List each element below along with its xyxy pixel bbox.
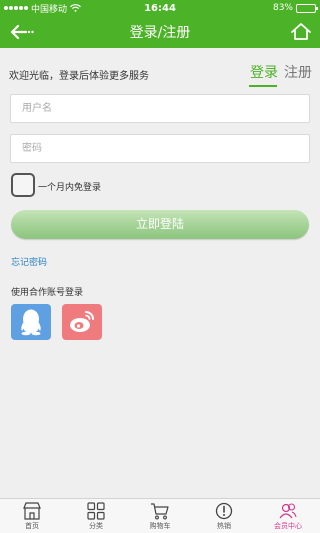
forgot-password-link[interactable]: 忘记密码 bbox=[11, 255, 47, 268]
weibo-login-button[interactable] bbox=[62, 304, 102, 340]
alert-circle-icon bbox=[215, 502, 233, 520]
qq-login-button[interactable] bbox=[11, 304, 51, 340]
carrier-label: 中国移动 bbox=[31, 4, 68, 15]
tab-hot-label: 热销 bbox=[217, 522, 231, 530]
remember-checkbox[interactable] bbox=[11, 173, 35, 197]
nav-bar: 登录/注册 bbox=[0, 16, 320, 48]
tab-register[interactable]: 注册 bbox=[284, 62, 312, 82]
login-button[interactable]: 立即登陆 bbox=[11, 210, 309, 239]
qq-icon bbox=[21, 309, 41, 336]
tab-active-underline bbox=[249, 85, 277, 87]
tab-members[interactable]: 会员中心 bbox=[256, 499, 320, 533]
login-panel: 欢迎光临，登录后体验更多服务 登录 注册 一个月内免登录 立即登陆 忘记密码 使… bbox=[0, 48, 320, 498]
tab-members-label: 会员中心 bbox=[274, 522, 302, 530]
bottom-tab-bar: 首页 分类 购物车 热销 会员中心 bbox=[0, 498, 320, 533]
back-arrow-icon[interactable] bbox=[8, 22, 34, 42]
welcome-text: 欢迎光临，登录后体验更多服务 bbox=[9, 71, 149, 82]
weibo-icon bbox=[70, 311, 94, 332]
grid-icon bbox=[87, 502, 105, 520]
password-input[interactable] bbox=[10, 134, 310, 163]
tab-hot[interactable]: 热销 bbox=[192, 499, 256, 533]
signal-icon bbox=[4, 6, 28, 10]
partner-login-title: 使用合作账号登录 bbox=[11, 288, 84, 298]
store-icon bbox=[23, 502, 41, 520]
cart-icon bbox=[151, 503, 169, 520]
tab-cart-label: 购物车 bbox=[149, 522, 171, 530]
username-input[interactable] bbox=[10, 94, 310, 123]
battery-icon bbox=[296, 3, 318, 13]
status-bar: 中国移动 16:44 83% bbox=[0, 0, 320, 16]
tab-home[interactable]: 首页 bbox=[0, 499, 64, 533]
remember-label: 一个月内免登录 bbox=[38, 183, 102, 193]
wifi-icon bbox=[70, 4, 81, 12]
tab-category-label: 分类 bbox=[89, 522, 103, 530]
tab-cart[interactable]: 购物车 bbox=[128, 499, 192, 533]
status-right: 83% bbox=[272, 3, 318, 13]
tab-home-label: 首页 bbox=[25, 522, 39, 530]
tab-category[interactable]: 分类 bbox=[64, 499, 128, 533]
home-icon[interactable] bbox=[290, 22, 312, 42]
status-left: 中国移动 bbox=[4, 2, 81, 15]
members-icon bbox=[279, 503, 297, 519]
tab-login[interactable]: 登录 bbox=[250, 62, 278, 82]
battery-percent: 83% bbox=[272, 3, 293, 13]
page-title: 登录/注册 bbox=[129, 25, 191, 41]
